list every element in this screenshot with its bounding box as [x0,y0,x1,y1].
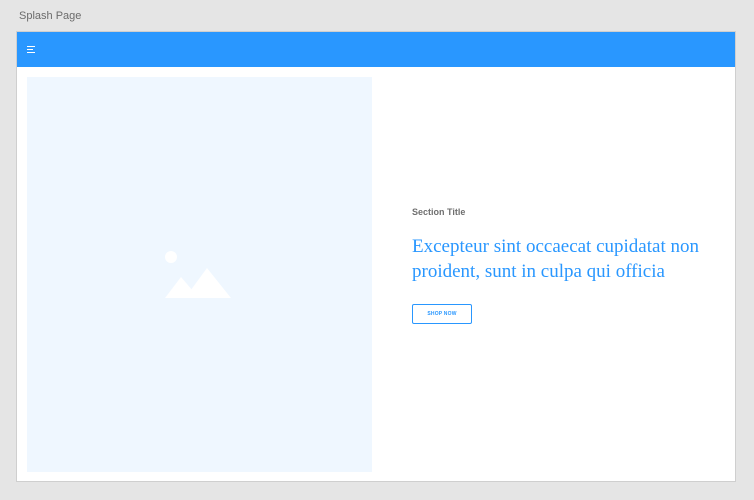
top-navigation-bar [17,32,735,67]
shop-now-button[interactable]: SHOP NOW [412,304,472,324]
hero-content: Section Title Excepteur sint occaecat cu… [412,207,712,324]
image-placeholder-icon [165,251,231,298]
hero-image-placeholder [27,77,372,472]
artboard-label: Splash Page [19,10,82,22]
hamburger-menu-icon[interactable] [27,45,37,54]
splash-page-artboard: Section Title Excepteur sint occaecat cu… [16,31,736,482]
section-title: Section Title [412,207,466,217]
hero-headline: Excepteur sint occaecat cupidatat non pr… [412,236,699,282]
